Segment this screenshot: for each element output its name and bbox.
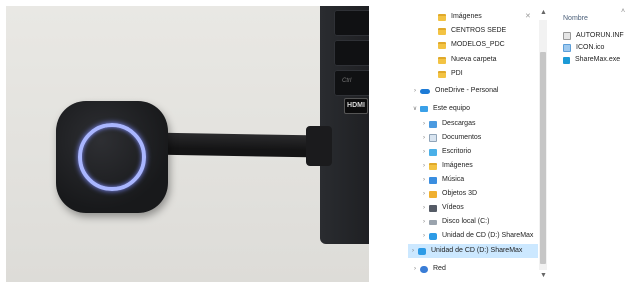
nav-item[interactable]: Imágenes — [428, 10, 482, 24]
file-explorer: ✕ ▲ ▼ Imágenes CENTROS SEDE MODELOS_PDC Nue… — [392, 0, 641, 282]
collapse-chevron-icon[interactable]: ˄ — [621, 8, 625, 15]
desktop-folder-icon — [429, 148, 437, 156]
nav-item[interactable]: › Unidad de CD (D:) ShareMax — [419, 229, 533, 243]
nav-item-label: Unidad de CD (D:) ShareMax — [442, 232, 534, 239]
file-item[interactable]: ShareMax.exe — [563, 54, 620, 66]
chevron-right-icon[interactable]: › — [410, 262, 420, 276]
column-header-name[interactable]: Nombre — [563, 15, 588, 22]
nav-item[interactable]: › Música — [419, 173, 464, 187]
nav-item[interactable]: › Imágenes — [419, 159, 473, 173]
nav-item[interactable]: › OneDrive - Personal — [410, 84, 498, 98]
nav-item[interactable]: › Descargas — [419, 117, 475, 131]
nav-item-label: Imágenes — [451, 13, 482, 20]
file-item[interactable]: AUTORUN.INF — [563, 30, 624, 42]
folder-icon — [438, 70, 446, 78]
pictures-folder-icon — [438, 13, 446, 21]
keyboard-key — [334, 10, 369, 36]
chevron-right-icon[interactable]: › — [419, 229, 429, 243]
documents-folder-icon — [429, 134, 437, 142]
keyboard-key — [334, 40, 369, 66]
file-name: ShareMax.exe — [575, 56, 621, 63]
scroll-up-icon[interactable]: ▲ — [540, 9, 547, 16]
nav-item-label: Disco local (C:) — [442, 218, 490, 225]
file-name: AUTORUN.INF — [576, 32, 624, 39]
nav-item-label: Imágenes — [442, 162, 473, 169]
cd-drive-icon — [418, 247, 426, 255]
nav-item[interactable]: › Documentos — [419, 131, 481, 145]
chevron-right-icon[interactable]: › — [419, 187, 429, 201]
music-folder-icon — [429, 176, 437, 184]
nav-item[interactable]: › Red — [410, 262, 446, 276]
chevron-right-icon[interactable]: › — [419, 117, 429, 131]
nav-item-label: OneDrive - Personal — [435, 87, 499, 94]
folder-icon — [438, 56, 446, 64]
chevron-right-icon[interactable]: › — [419, 131, 429, 145]
ico-file-icon — [563, 44, 571, 52]
content-pane: ˄ Nombre AUTORUN.INF ICON.ico ShareMax.exe — [555, 0, 641, 282]
file-item[interactable]: ICON.ico — [563, 42, 604, 54]
cd-drive-icon — [429, 232, 437, 240]
nav-item[interactable]: PDI — [428, 67, 463, 81]
pin-icon[interactable]: ✕ — [525, 12, 531, 20]
nav-scrollbar-thumb[interactable] — [540, 52, 546, 264]
chevron-down-icon[interactable]: ∨ — [410, 102, 420, 116]
laptop-edge: Ctrl — [320, 6, 369, 244]
hdmi-port-label: HDMI — [344, 98, 368, 114]
product-photo: Ctrl HDMI — [6, 6, 369, 282]
sharemax-exe-icon — [563, 56, 570, 64]
nav-item-label: Descargas — [442, 120, 476, 127]
nav-item[interactable]: › Unidad de CD (D:) ShareMax — [408, 244, 538, 258]
keyboard-key: Ctrl — [334, 70, 369, 96]
chevron-right-icon[interactable]: › — [419, 145, 429, 159]
dongle-cable — [145, 132, 327, 158]
nav-item-label: CENTROS SEDE — [451, 27, 507, 34]
key-label: Ctrl — [342, 78, 352, 84]
pictures-folder-icon — [429, 162, 437, 170]
nav-item[interactable]: Nueva carpeta — [428, 53, 497, 67]
nav-item-label: Música — [442, 176, 465, 183]
this-pc-icon — [420, 106, 428, 112]
nav-item[interactable]: › Objetos 3D — [419, 187, 477, 201]
downloads-folder-icon — [429, 120, 437, 128]
chevron-right-icon[interactable]: › — [419, 159, 429, 173]
chevron-right-icon[interactable]: › — [408, 244, 418, 258]
sharemax-dongle-button — [56, 101, 168, 213]
nav-item[interactable]: › Escritorio — [419, 145, 471, 159]
local-disk-icon — [429, 219, 437, 225]
videos-folder-icon — [429, 204, 437, 212]
nav-item-label: Documentos — [442, 134, 482, 141]
3d-objects-folder-icon — [429, 190, 437, 198]
nav-item[interactable]: › Disco local (C:) — [419, 215, 489, 229]
inf-file-icon — [563, 32, 571, 40]
nav-item-label: Objetos 3D — [442, 190, 478, 197]
folder-icon — [438, 41, 446, 49]
nav-item[interactable]: MODELOS_PDC — [428, 38, 505, 52]
chevron-right-icon[interactable]: › — [419, 173, 429, 187]
folder-icon — [438, 27, 446, 35]
nav-item-label: MODELOS_PDC — [451, 41, 505, 48]
onedrive-icon — [420, 88, 430, 94]
nav-item-label: Unidad de CD (D:) ShareMax — [431, 247, 523, 254]
chevron-right-icon[interactable]: › — [410, 84, 420, 98]
nav-item-label: Red — [433, 265, 446, 272]
scroll-down-icon[interactable]: ▼ — [540, 272, 547, 279]
chevron-right-icon[interactable]: › — [419, 215, 429, 229]
nav-item-label: Nueva carpeta — [451, 56, 497, 63]
network-icon — [420, 265, 428, 273]
nav-item[interactable]: ∨ Este equipo — [410, 102, 470, 116]
nav-item-label: Escritorio — [442, 148, 472, 155]
hdmi-connector — [306, 126, 332, 166]
led-ring — [78, 123, 146, 191]
nav-item-label: Vídeos — [442, 204, 464, 211]
navigation-pane: ✕ ▲ ▼ Imágenes CENTROS SEDE MODELOS_PDC Nue… — [392, 0, 547, 282]
nav-item[interactable]: CENTROS SEDE — [428, 24, 506, 38]
chevron-right-icon[interactable]: › — [419, 201, 429, 215]
file-name: ICON.ico — [576, 44, 605, 51]
nav-item-label: Este equipo — [433, 105, 470, 112]
nav-item-label: PDI — [451, 70, 463, 77]
nav-item[interactable]: › Vídeos — [419, 201, 464, 215]
